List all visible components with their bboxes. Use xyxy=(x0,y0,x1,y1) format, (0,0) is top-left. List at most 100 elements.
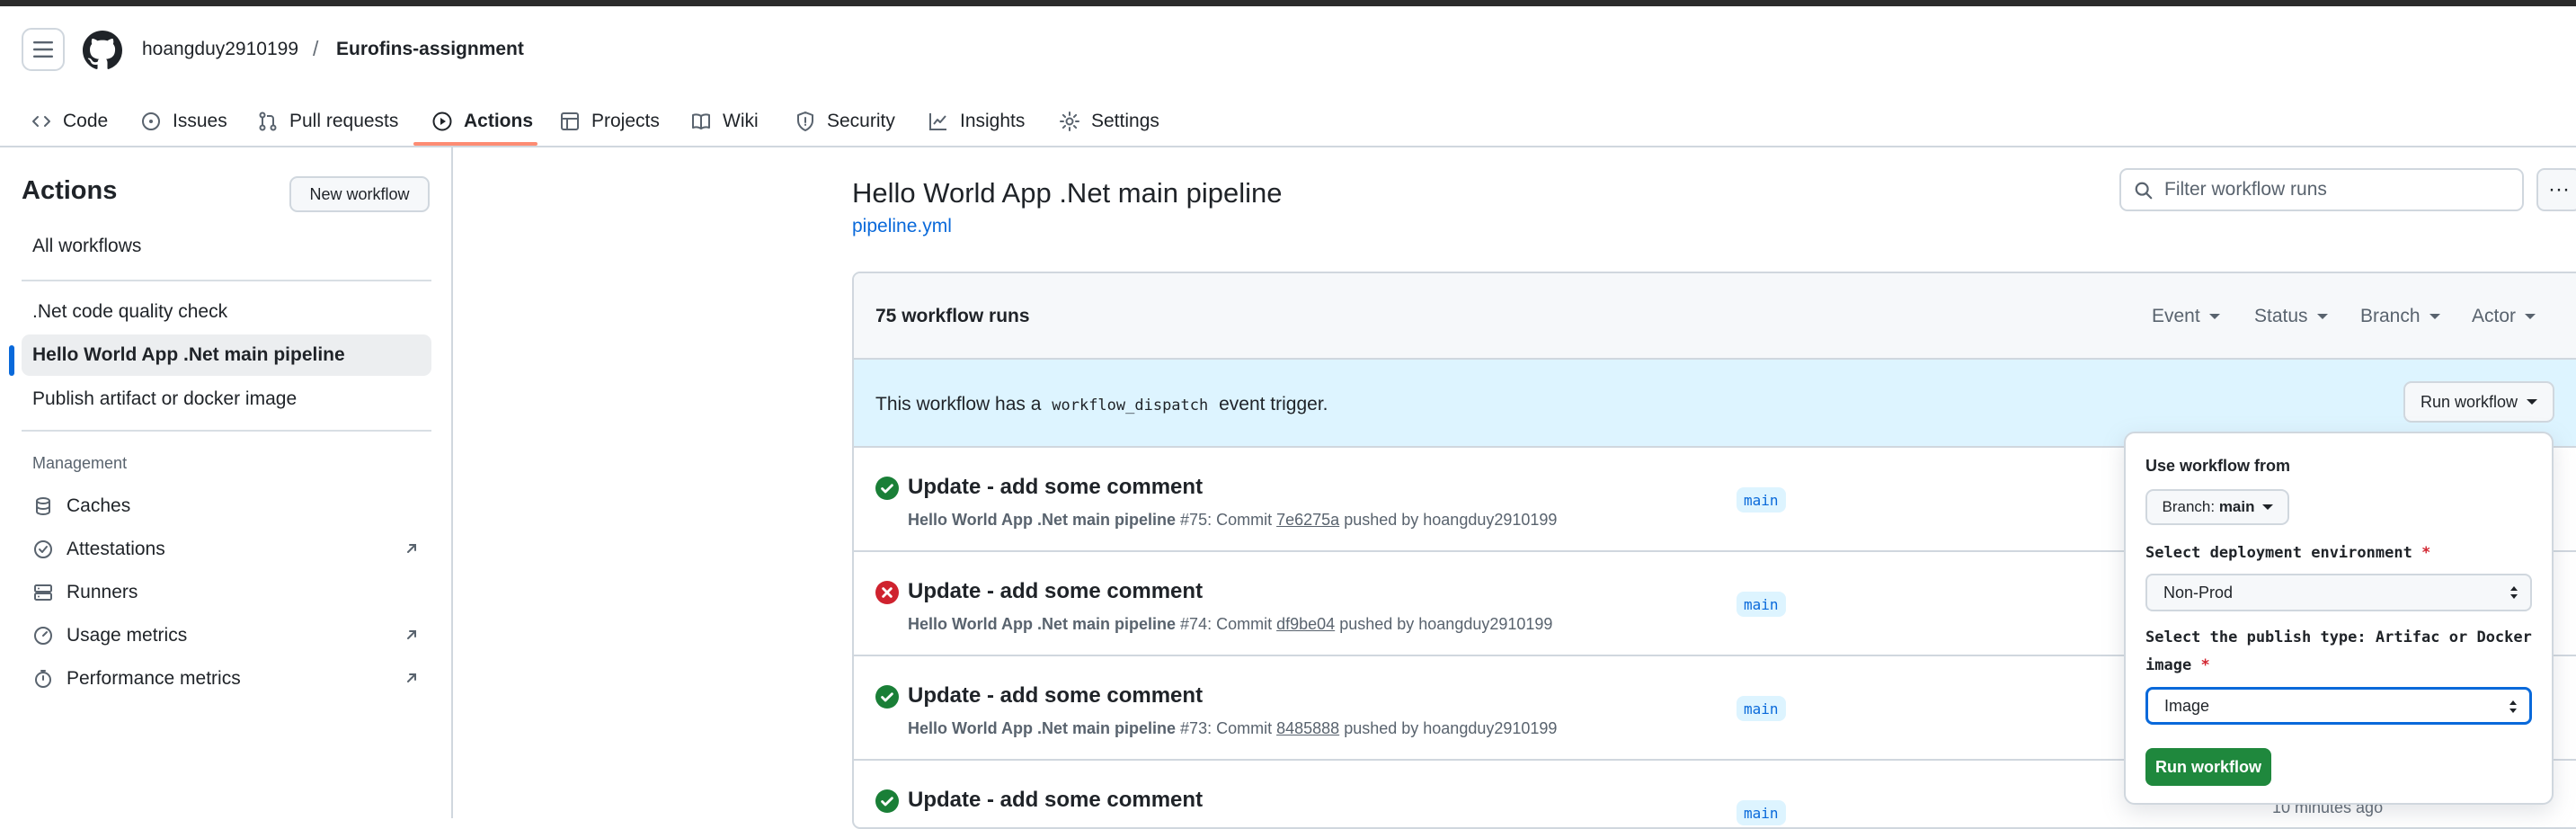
code-icon xyxy=(32,116,50,127)
sidebar-item-workflow-selected[interactable]: Hello World App .Net main pipeline xyxy=(22,334,431,376)
sidebar-item-workflow[interactable]: Publish artifact or docker image xyxy=(22,379,431,420)
tab-label: Projects xyxy=(591,111,660,131)
gear-icon xyxy=(1060,111,1079,131)
branch-select-button[interactable]: Branch: main xyxy=(2145,489,2289,525)
branch-tag[interactable]: main xyxy=(1737,487,1786,513)
tab-security[interactable]: Security xyxy=(795,102,895,141)
tab-label: Code xyxy=(63,111,109,131)
run-title[interactable]: Update - add some comment xyxy=(908,579,1203,604)
tab-actions[interactable]: Actions xyxy=(431,102,533,141)
hamburger-icon xyxy=(33,41,53,58)
new-workflow-button[interactable]: New workflow xyxy=(289,176,430,212)
sidebar-divider xyxy=(22,280,431,281)
git-pull-request-icon xyxy=(259,111,277,131)
caret-down-icon xyxy=(2429,314,2440,319)
run-workflow-dropdown-button[interactable]: Run workflow xyxy=(2403,381,2554,423)
tab-pull-requests[interactable]: Pull requests xyxy=(257,102,398,141)
runs-count: 75 workflow runs xyxy=(875,306,1030,326)
env-label: Select deployment environment * xyxy=(2145,539,2430,567)
caret-down-icon xyxy=(2316,314,2328,319)
run-title[interactable]: Update - add some comment xyxy=(908,788,1203,813)
tab-wiki[interactable]: Wiki xyxy=(690,102,759,141)
server-icon xyxy=(34,584,52,601)
publish-type-select[interactable]: Image xyxy=(2145,687,2532,725)
run-number: #74: Commit xyxy=(1180,615,1273,633)
sidebar-item-performance-metrics[interactable]: Performance metrics xyxy=(32,658,421,700)
sidebar-item-all-workflows[interactable]: All workflows xyxy=(22,226,431,267)
repo-owner-link[interactable]: hoangduy2910199 xyxy=(142,39,298,60)
selected-indicator xyxy=(9,345,14,376)
path-separator: / xyxy=(313,37,319,60)
run-number: #75: Commit xyxy=(1180,511,1273,529)
issue-opened-icon xyxy=(142,112,160,130)
banner-text-post: event trigger. xyxy=(1219,394,1328,414)
window-top-bar xyxy=(0,0,2576,6)
sidebar-item-caches[interactable]: Caches xyxy=(32,486,421,527)
event-filter[interactable]: Event xyxy=(2152,306,2220,327)
caret-down-icon xyxy=(2527,399,2538,405)
commit-link[interactable]: df9be04 xyxy=(1276,615,1335,633)
banner-text: This workflow has a workflow_dispatch ev… xyxy=(875,394,1328,415)
status-filter[interactable]: Status xyxy=(2254,306,2328,327)
branch-value: main xyxy=(2218,498,2255,515)
run-meta: Hello World App .Net main pipeline #73: … xyxy=(908,719,1557,738)
sidebar-item-runners[interactable]: Runners xyxy=(32,572,421,613)
tab-label: Pull requests xyxy=(289,111,399,131)
graph-icon xyxy=(929,113,946,130)
filter-label: Event xyxy=(2152,306,2200,326)
publish-type-value: Image xyxy=(2164,696,2210,715)
tab-label: Insights xyxy=(960,111,1026,131)
github-logo-icon[interactable] xyxy=(83,31,122,70)
run-workflow-name: Hello World App .Net main pipeline xyxy=(908,511,1177,529)
actor-filter[interactable]: Actor xyxy=(2472,306,2536,327)
x-circle-fill-icon xyxy=(875,581,899,604)
env-label-text: Select deployment environment xyxy=(2145,544,2412,562)
run-number: #73: Commit xyxy=(1180,719,1273,737)
sidebar-item-label: Attestations xyxy=(67,539,165,559)
sidebar-item-attestations[interactable]: Attestations xyxy=(32,529,421,570)
branch-prefix: Branch: xyxy=(2162,498,2216,515)
workflow-file-link[interactable]: pipeline.yml xyxy=(852,216,952,237)
tab-issues[interactable]: Issues xyxy=(140,102,227,141)
branch-tag[interactable]: main xyxy=(1737,800,1786,825)
tab-projects[interactable]: Projects xyxy=(559,102,660,141)
publish-type-label: Select the publish type: Artifac or Dock… xyxy=(2145,624,2532,680)
caret-down-icon xyxy=(2261,504,2273,510)
tab-insights[interactable]: Insights xyxy=(928,102,1025,141)
run-workflow-name: Hello World App .Net main pipeline xyxy=(908,719,1177,737)
tab-label: Settings xyxy=(1091,111,1159,131)
external-link-icon xyxy=(407,630,416,639)
branch-tag[interactable]: main xyxy=(1737,592,1786,617)
menu-button[interactable] xyxy=(22,28,65,71)
book-icon xyxy=(692,113,710,129)
run-actor: pushed by hoangduy2910199 xyxy=(1344,511,1558,529)
stopwatch-icon xyxy=(35,670,51,688)
repo-header: hoangduy2910199 / Eurofins-assignment Co… xyxy=(0,6,2576,147)
tab-settings[interactable]: Settings xyxy=(1059,102,1159,141)
tab-code[interactable]: Code xyxy=(31,102,108,141)
sidebar-item-label: Caches xyxy=(67,495,131,516)
run-workflow-popover: Use workflow from Branch: main Select de… xyxy=(2124,432,2554,805)
run-title[interactable]: Update - add some comment xyxy=(908,475,1203,500)
shield-icon xyxy=(797,111,813,131)
tab-label: Issues xyxy=(173,111,227,131)
filter-label: Status xyxy=(2254,306,2308,326)
filter-workflow-runs-input[interactable]: Filter workflow runs xyxy=(2119,168,2524,211)
sidebar-item-workflow[interactable]: .Net code quality check xyxy=(22,291,431,333)
commit-link[interactable]: 8485888 xyxy=(1276,719,1339,737)
repo-name-link[interactable]: Eurofins-assignment xyxy=(336,39,524,60)
meter-icon xyxy=(34,627,52,645)
commit-link[interactable]: 7e6275a xyxy=(1276,511,1339,529)
sidebar-item-usage-metrics[interactable]: Usage metrics xyxy=(32,615,421,656)
branch-tag[interactable]: main xyxy=(1737,696,1786,721)
external-link-icon xyxy=(407,544,416,553)
database-icon xyxy=(36,497,50,516)
caret-down-icon xyxy=(2208,314,2220,319)
run-title[interactable]: Update - add some comment xyxy=(908,683,1203,709)
environment-select[interactable]: Non-Prod xyxy=(2145,574,2532,611)
run-workflow-submit-button[interactable]: Run workflow xyxy=(2145,748,2271,786)
branch-filter[interactable]: Branch xyxy=(2360,306,2440,327)
environment-value: Non-Prod xyxy=(2163,583,2234,602)
verified-icon xyxy=(34,540,52,558)
more-options-button[interactable]: ··· xyxy=(2536,168,2576,211)
